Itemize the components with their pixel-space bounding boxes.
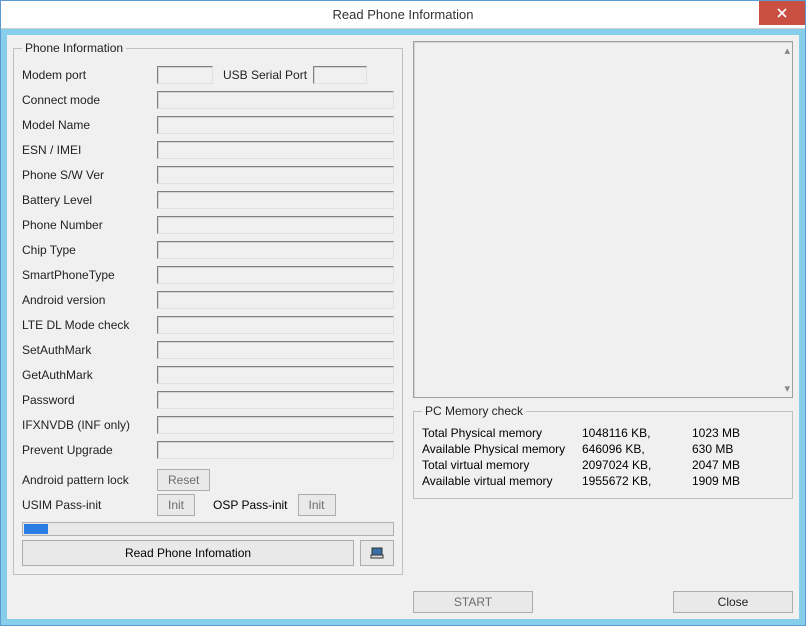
scroll-down-icon[interactable]: ▾ xyxy=(784,382,790,395)
window-close-button[interactable] xyxy=(759,1,805,25)
battery-level-field xyxy=(157,191,394,209)
prevent-upgrade-field xyxy=(157,441,394,459)
esn-imei-field xyxy=(157,141,394,159)
usim-pass-init-label: USIM Pass-init xyxy=(22,498,157,512)
field-label: Prevent Upgrade xyxy=(22,443,157,457)
usb-serial-field xyxy=(313,66,367,84)
progress-bar-fill xyxy=(24,524,48,534)
ifxnvdb-field xyxy=(157,416,394,434)
osp-pass-init-label: OSP Pass-init xyxy=(213,498,287,512)
phone-information-legend: Phone Information xyxy=(22,41,126,55)
field-label: Phone Number xyxy=(22,218,157,232)
read-phone-information-button[interactable]: Read Phone Infomation xyxy=(22,540,354,566)
lte-dl-mode-field xyxy=(157,316,394,334)
android-version-field xyxy=(157,291,394,309)
field-label: Battery Level xyxy=(22,193,157,207)
field-label: Connect mode xyxy=(22,93,157,107)
model-name-field xyxy=(157,116,394,134)
client-area: Phone Information Modem port USB Serial … xyxy=(1,29,805,625)
field-label: Password xyxy=(22,393,157,407)
progress-bar xyxy=(22,522,394,536)
close-button[interactable]: Close xyxy=(673,591,793,613)
field-label: GetAuthMark xyxy=(22,368,157,382)
title-bar: Read Phone Information xyxy=(1,1,805,29)
field-label: Phone S/W Ver xyxy=(22,168,157,182)
field-label: IFXNVDB (INF only) xyxy=(22,418,157,432)
modem-port-field xyxy=(157,66,213,84)
usb-serial-label: USB Serial Port xyxy=(223,68,307,82)
window-title: Read Phone Information xyxy=(333,7,474,22)
chip-type-field xyxy=(157,241,394,259)
get-auth-mark-field xyxy=(157,366,394,384)
reset-button[interactable]: Reset xyxy=(157,469,210,491)
field-label: SetAuthMark xyxy=(22,343,157,357)
start-button[interactable]: START xyxy=(413,591,533,613)
connect-mode-field xyxy=(157,91,394,109)
scroll-up-icon[interactable]: ▴ xyxy=(784,44,790,57)
smartphone-type-field xyxy=(157,266,394,284)
log-output[interactable]: ▴ ▾ xyxy=(413,41,793,398)
field-label: LTE DL Mode check xyxy=(22,318,157,332)
modem-port-label: Modem port xyxy=(22,68,157,82)
close-icon xyxy=(777,8,787,18)
app-window: Read Phone Information Phone Information… xyxy=(0,0,806,626)
field-label: ESN / IMEI xyxy=(22,143,157,157)
pc-memory-check-legend: PC Memory check xyxy=(422,404,526,418)
device-icon-button[interactable] xyxy=(360,540,394,566)
computer-icon xyxy=(370,546,384,560)
osp-init-button[interactable]: Init xyxy=(298,494,336,516)
memory-row: Available Physical memory646096 KB,630 M… xyxy=(422,442,784,456)
usim-init-button[interactable]: Init xyxy=(157,494,195,516)
android-pattern-lock-label: Android pattern lock xyxy=(22,473,157,487)
field-label: Chip Type xyxy=(22,243,157,257)
field-label: Android version xyxy=(22,293,157,307)
modem-port-row: Modem port USB Serial Port xyxy=(22,64,394,86)
memory-row: Total Physical memory1048116 KB,1023 MB xyxy=(422,426,784,440)
set-auth-mark-field xyxy=(157,341,394,359)
memory-row: Total virtual memory2097024 KB,2047 MB xyxy=(422,458,784,472)
field-label: Model Name xyxy=(22,118,157,132)
memory-row: Available virtual memory1955672 KB,1909 … xyxy=(422,474,784,488)
phone-sw-ver-field xyxy=(157,166,394,184)
phone-information-group: Phone Information Modem port USB Serial … xyxy=(13,41,403,575)
password-field xyxy=(157,391,394,409)
field-label: SmartPhoneType xyxy=(22,268,157,282)
phone-number-field xyxy=(157,216,394,234)
pc-memory-check-group: PC Memory check Total Physical memory104… xyxy=(413,404,793,499)
